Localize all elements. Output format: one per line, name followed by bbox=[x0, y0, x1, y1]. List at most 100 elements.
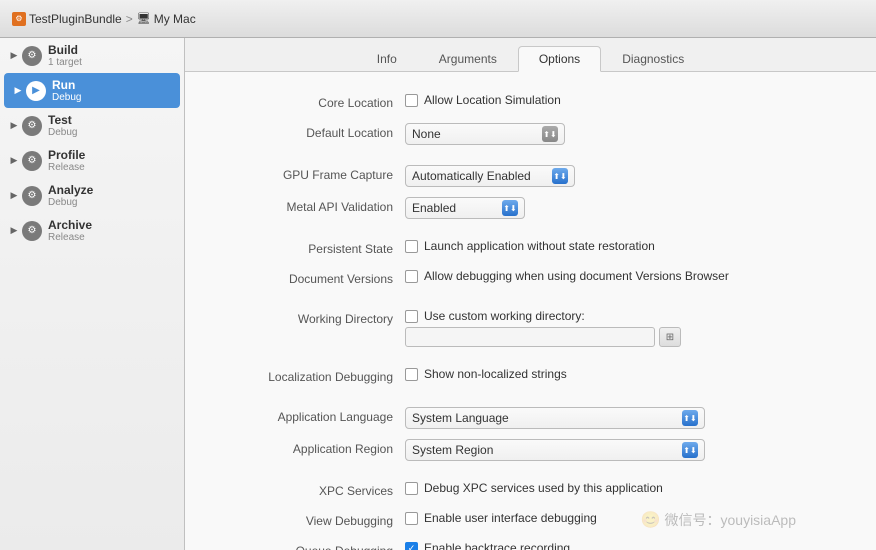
setting-row-localization-debugging: Localization Debugging Show non-localize… bbox=[185, 362, 876, 392]
settings-body: Core Location Allow Location Simulation … bbox=[185, 72, 876, 550]
project-icon: ⚙ bbox=[12, 12, 26, 26]
divider-1 bbox=[185, 150, 876, 160]
default-location-label: Default Location bbox=[205, 123, 405, 143]
document-versions-checkbox-label: Allow debugging when using document Vers… bbox=[424, 269, 729, 283]
titlebar: ⚙ TestPluginBundle > 🖥 My Mac bbox=[0, 0, 876, 38]
metal-api-validation-control: Enabled ⬆⬇ bbox=[405, 197, 856, 219]
sidebar-item-test[interactable]: ▶ ⚙ Test Debug bbox=[0, 108, 184, 143]
setting-row-gpu-frame-capture: GPU Frame Capture Automatically Enabled … bbox=[185, 160, 876, 192]
metal-api-validation-dropdown[interactable]: Enabled ⬆⬇ bbox=[405, 197, 525, 219]
default-location-dropdown[interactable]: None ⬆⬇ bbox=[405, 123, 565, 145]
application-region-dropdown[interactable]: System Region ⬆⬇ bbox=[405, 439, 705, 461]
working-directory-control: Use custom working directory: ⊞ bbox=[405, 309, 856, 347]
application-region-control: System Region ⬆⬇ bbox=[405, 439, 856, 461]
sidebar-item-profile[interactable]: ▶ ⚙ Profile Release bbox=[0, 143, 184, 178]
setting-row-core-location: Core Location Allow Location Simulation bbox=[185, 88, 876, 118]
sidebar-item-run-label: Run bbox=[52, 78, 81, 92]
setting-row-persistent-state: Persistent State Launch application with… bbox=[185, 234, 876, 264]
core-location-label: Core Location bbox=[205, 93, 405, 113]
sidebar-item-profile-label: Profile bbox=[48, 148, 85, 162]
working-directory-label: Working Directory bbox=[205, 309, 405, 329]
divider-3 bbox=[185, 294, 876, 304]
metal-api-validation-arrow: ⬆⬇ bbox=[502, 200, 518, 216]
device-icon: 🖥 bbox=[137, 12, 151, 25]
application-language-arrow: ⬆⬇ bbox=[682, 410, 698, 426]
queue-debugging-checkbox-label: Enable backtrace recording bbox=[424, 541, 570, 550]
setting-row-document-versions: Document Versions Allow debugging when u… bbox=[185, 264, 876, 294]
persistent-state-control: Launch application without state restora… bbox=[405, 239, 856, 253]
view-debugging-checkbox[interactable] bbox=[405, 512, 418, 525]
chevron-analyze: ▶ bbox=[8, 190, 20, 202]
view-debugging-label: View Debugging bbox=[205, 511, 405, 531]
localization-debugging-checkbox[interactable] bbox=[405, 368, 418, 381]
working-directory-checkbox[interactable] bbox=[405, 310, 418, 323]
application-language-value: System Language bbox=[412, 411, 678, 425]
sidebar-item-build-sub: 1 target bbox=[48, 57, 82, 68]
sidebar-item-archive[interactable]: ▶ ⚙ Archive Release bbox=[0, 213, 184, 248]
gpu-frame-capture-dropdown[interactable]: Automatically Enabled ⬆⬇ bbox=[405, 165, 575, 187]
sidebar-item-analyze-sub: Debug bbox=[48, 197, 93, 208]
device-name[interactable]: My Mac bbox=[154, 12, 196, 26]
sidebar-item-profile-sub: Release bbox=[48, 162, 85, 173]
metal-api-validation-value: Enabled bbox=[412, 201, 498, 215]
working-directory-input[interactable] bbox=[405, 327, 655, 347]
working-directory-browse-button[interactable]: ⊞ bbox=[659, 327, 681, 347]
application-region-arrow: ⬆⬇ bbox=[682, 442, 698, 458]
setting-row-metal-api-validation: Metal API Validation Enabled ⬆⬇ bbox=[185, 192, 876, 224]
sidebar-item-analyze[interactable]: ▶ ⚙ Analyze Debug bbox=[0, 178, 184, 213]
persistent-state-checkbox[interactable] bbox=[405, 240, 418, 253]
icon-build: ⚙ bbox=[22, 46, 42, 66]
application-region-value: System Region bbox=[412, 443, 678, 457]
queue-debugging-control: Enable backtrace recording bbox=[405, 541, 856, 550]
setting-row-queue-debugging: Queue Debugging Enable backtrace recordi… bbox=[185, 536, 876, 550]
gpu-frame-capture-label: GPU Frame Capture bbox=[205, 165, 405, 185]
core-location-checkbox[interactable] bbox=[405, 94, 418, 107]
setting-row-application-language: Application Language System Language ⬆⬇ bbox=[185, 402, 876, 434]
sidebar-item-run[interactable]: ▶ ▶ Run Debug bbox=[4, 73, 180, 108]
working-directory-checkbox-label: Use custom working directory: bbox=[424, 309, 585, 323]
chevron-profile: ▶ bbox=[8, 155, 20, 167]
localization-debugging-checkbox-label: Show non-localized strings bbox=[424, 367, 567, 381]
sidebar-item-build-label: Build bbox=[48, 43, 82, 57]
view-debugging-checkbox-label: Enable user interface debugging bbox=[424, 511, 597, 525]
tab-info[interactable]: Info bbox=[356, 46, 418, 72]
localization-debugging-control: Show non-localized strings bbox=[405, 367, 856, 381]
xpc-services-checkbox[interactable] bbox=[405, 482, 418, 495]
sidebar-item-build[interactable]: ▶ ⚙ Build 1 target bbox=[0, 38, 184, 73]
xpc-services-checkbox-label: Debug XPC services used by this applicat… bbox=[424, 481, 663, 495]
divider-2 bbox=[185, 224, 876, 234]
setting-row-view-debugging: View Debugging Enable user interface deb… bbox=[185, 506, 876, 536]
persistent-state-label: Persistent State bbox=[205, 239, 405, 259]
gpu-frame-capture-control: Automatically Enabled ⬆⬇ bbox=[405, 165, 856, 187]
chevron-build: ▶ bbox=[8, 50, 20, 62]
project-name[interactable]: TestPluginBundle bbox=[29, 12, 122, 26]
default-location-value: None bbox=[412, 127, 538, 141]
queue-debugging-checkbox[interactable] bbox=[405, 542, 418, 550]
chevron-test: ▶ bbox=[8, 120, 20, 132]
sidebar-item-test-sub: Debug bbox=[48, 127, 77, 138]
gpu-frame-capture-arrow: ⬆⬇ bbox=[552, 168, 568, 184]
tab-options[interactable]: Options bbox=[518, 46, 601, 72]
application-language-control: System Language ⬆⬇ bbox=[405, 407, 856, 429]
document-versions-checkbox[interactable] bbox=[405, 270, 418, 283]
view-debugging-control: Enable user interface debugging bbox=[405, 511, 856, 525]
setting-row-xpc-services: XPC Services Debug XPC services used by … bbox=[185, 476, 876, 506]
sidebar-item-test-label: Test bbox=[48, 113, 77, 127]
gpu-frame-capture-value: Automatically Enabled bbox=[412, 169, 548, 183]
core-location-control: Allow Location Simulation bbox=[405, 93, 856, 107]
setting-row-application-region: Application Region System Region ⬆⬇ bbox=[185, 434, 876, 466]
core-location-checkbox-label: Allow Location Simulation bbox=[424, 93, 561, 107]
application-language-dropdown[interactable]: System Language ⬆⬇ bbox=[405, 407, 705, 429]
breadcrumb: ⚙ TestPluginBundle > 🖥 My Mac bbox=[12, 12, 196, 26]
document-versions-control: Allow debugging when using document Vers… bbox=[405, 269, 856, 283]
icon-run: ▶ bbox=[26, 81, 46, 101]
icon-archive: ⚙ bbox=[22, 221, 42, 241]
sidebar-item-analyze-label: Analyze bbox=[48, 183, 93, 197]
setting-row-default-location: Default Location None ⬆⬇ bbox=[185, 118, 876, 150]
icon-analyze: ⚙ bbox=[22, 186, 42, 206]
setting-row-working-directory: Working Directory Use custom working dir… bbox=[185, 304, 876, 352]
sidebar-item-archive-label: Archive bbox=[48, 218, 92, 232]
tab-arguments[interactable]: Arguments bbox=[418, 46, 518, 72]
tab-diagnostics[interactable]: Diagnostics bbox=[601, 46, 705, 72]
icon-profile: ⚙ bbox=[22, 151, 42, 171]
